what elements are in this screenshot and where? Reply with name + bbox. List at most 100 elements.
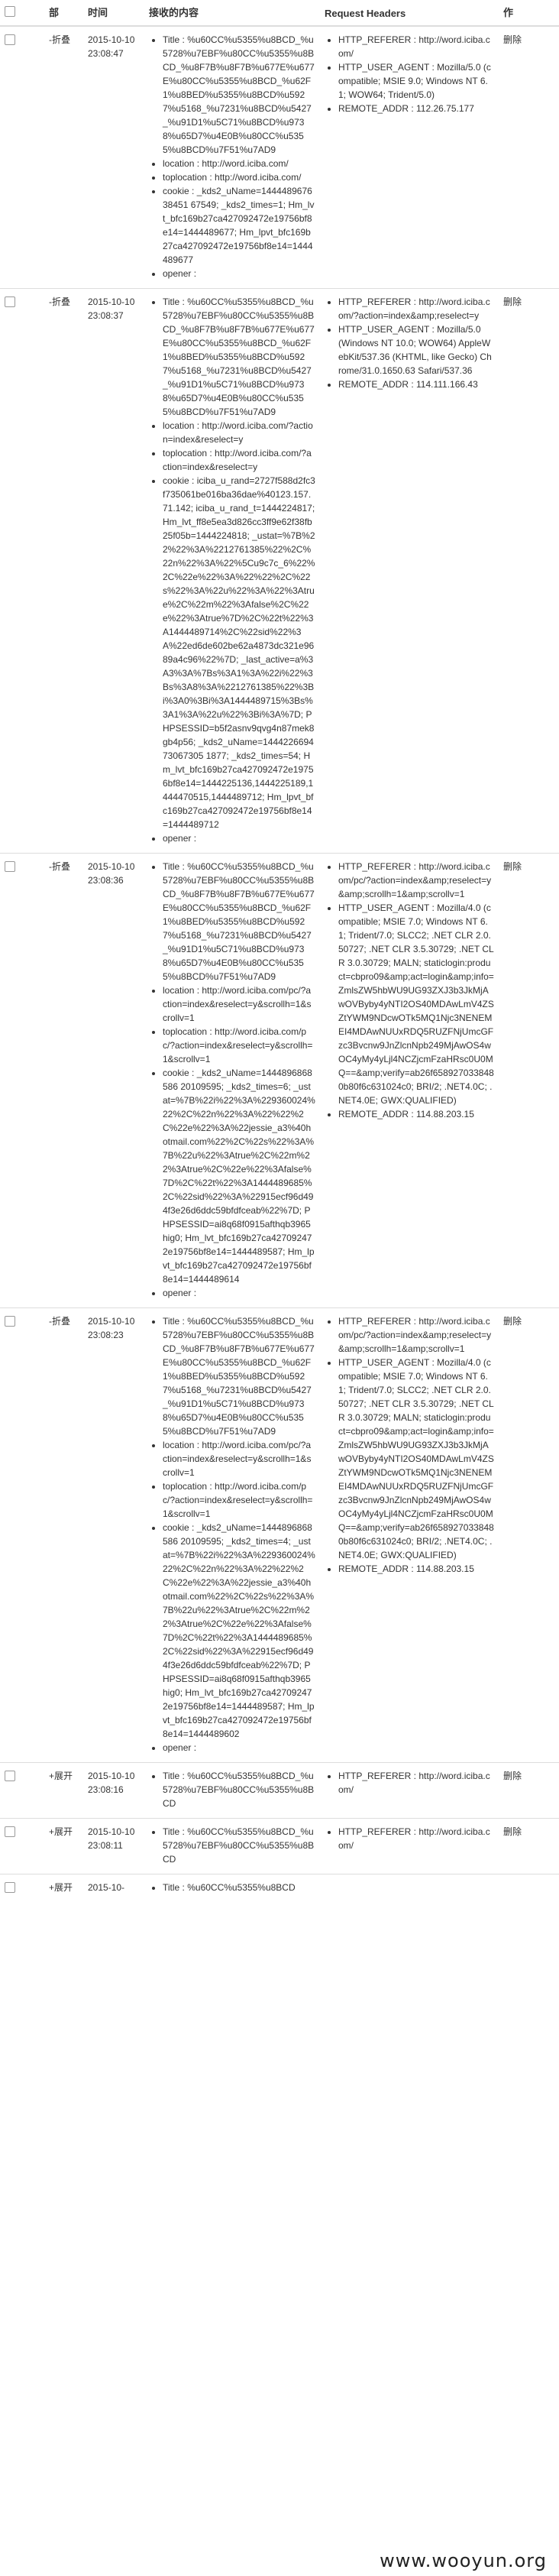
row-select-cell[interactable] [0, 1307, 44, 1763]
row-time: 2015-10-10 23:08:47 [83, 25, 144, 289]
row-headers-cell [320, 1874, 499, 1904]
content-item: cookie : _kds2_uName=1444896868586 20109… [163, 1066, 315, 1286]
row-time: 2015-10-10 23:08:37 [83, 288, 144, 854]
row-action-cell: 删除 [499, 25, 559, 289]
content-list: Title : %u60CC%u5355%u8BCD_%u5728%u7EBF%… [149, 1769, 315, 1810]
content-item: opener : [163, 1741, 315, 1755]
row-toggle-link[interactable]: -折叠 [49, 1316, 70, 1327]
row-action-cell: 删除 [499, 1307, 559, 1763]
select-all-checkbox[interactable] [5, 6, 15, 17]
content-item: location : http://word.iciba.com/?action… [163, 419, 315, 446]
watermark: www.wooyun.org [380, 2550, 547, 2571]
content-item: Title : %u60CC%u5355%u8BCD_%u5728%u7EBF%… [163, 1314, 315, 1438]
delete-link[interactable]: 删除 [503, 296, 522, 307]
header-item: HTTP_REFERER : http://word.iciba.com/pc/… [338, 1314, 494, 1356]
content-item: opener : [163, 831, 315, 845]
delete-link[interactable]: 删除 [503, 1316, 522, 1327]
header-item: HTTP_USER_AGENT : Mozilla/4.0 (compatibl… [338, 1356, 494, 1562]
page: 部 时间 接收的内容 Request Headers 作 -折叠 2015-10-… [0, 0, 559, 2576]
row-toggle-cell: -折叠 [44, 288, 83, 854]
table-row: -折叠 2015-10-10 23:08:47 Title : %u60CC%u53… [0, 25, 559, 289]
content-item: opener : [163, 1286, 315, 1300]
col-headers-header: Request Headers [320, 0, 499, 27]
row-action-cell: 删除 [499, 853, 559, 1308]
row-checkbox[interactable] [5, 296, 15, 307]
row-headers-cell: HTTP_REFERER : http://word.iciba.com/ [320, 1762, 499, 1819]
row-time: 2015-10-10 23:08:16 [83, 1762, 144, 1819]
content-item: Title : %u60CC%u5355%u8BCD_%u5728%u7EBF%… [163, 33, 315, 157]
row-headers-cell: HTTP_REFERER : http://word.iciba.com/pc/… [320, 1307, 499, 1763]
headers-list: HTTP_REFERER : http://word.iciba.com/HTT… [325, 33, 494, 115]
row-toggle-cell: +展开 [44, 1818, 83, 1874]
row-select-cell[interactable] [0, 1762, 44, 1819]
row-action-cell [499, 1874, 559, 1904]
row-action-cell: 删除 [499, 1818, 559, 1874]
col-toggle-header: 部 [44, 0, 83, 27]
row-content-cell: Title : %u60CC%u5355%u8BCD_%u5728%u7EBF%… [144, 288, 320, 854]
content-list: Title : %u60CC%u5355%u8BCD_%u5728%u7EBF%… [149, 860, 315, 1300]
row-select-cell[interactable] [0, 25, 44, 289]
table-row: +展开 2015-10- Title : %u60CC%u5355%u8BCD [0, 1874, 559, 1904]
row-content-cell: Title : %u60CC%u5355%u8BCD_%u5728%u7EBF%… [144, 1307, 320, 1763]
content-list: Title : %u60CC%u5355%u8BCD_%u5728%u7EBF%… [149, 33, 315, 280]
row-action-cell: 删除 [499, 288, 559, 854]
content-item: toplocation : http://word.iciba.com/ [163, 170, 315, 184]
table-header-row: 部 时间 接收的内容 Request Headers 作 [0, 0, 559, 27]
row-toggle-cell: +展开 [44, 1874, 83, 1904]
delete-link[interactable]: 删除 [503, 861, 522, 872]
header-item: HTTP_USER_AGENT : Mozilla/4.0 (compatibl… [338, 901, 494, 1107]
row-headers-cell: HTTP_REFERER : http://word.iciba.com/ [320, 1818, 499, 1874]
headers-list: HTTP_REFERER : http://word.iciba.com/?ac… [325, 295, 494, 391]
row-toggle-link[interactable]: +展开 [49, 1882, 73, 1893]
header-item: HTTP_REFERER : http://word.iciba.com/pc/… [338, 860, 494, 901]
content-item: cookie : _kds2_uName=1444489676 38451 67… [163, 184, 315, 267]
row-content-cell: Title : %u60CC%u5355%u8BCD_%u5728%u7EBF%… [144, 1762, 320, 1819]
row-checkbox[interactable] [5, 34, 15, 45]
content-item: cookie : _kds2_uName=1444896868586 20109… [163, 1521, 315, 1741]
row-checkbox[interactable] [5, 1882, 15, 1893]
delete-link[interactable]: 删除 [503, 1826, 522, 1837]
content-item: Title : %u60CC%u5355%u8BCD_%u5728%u7EBF%… [163, 860, 315, 983]
row-action-cell: 删除 [499, 1762, 559, 1819]
row-time: 2015-10-10 23:08:23 [83, 1307, 144, 1763]
table-row: -折叠 2015-10-10 23:08:36 Title : %u60CC%u53… [0, 853, 559, 1308]
row-select-cell[interactable] [0, 288, 44, 854]
row-checkbox[interactable] [5, 1771, 15, 1781]
content-item: cookie : iciba_u_rand=2727f588d2fc3f7350… [163, 474, 315, 831]
row-checkbox[interactable] [5, 1826, 15, 1837]
row-toggle-link[interactable]: +展开 [49, 1771, 73, 1781]
table-row: -折叠 2015-10-10 23:08:37 Title : %u60CC%u53… [0, 288, 559, 854]
col-action-header: 作 [499, 0, 559, 27]
table-row: +展开 2015-10-10 23:08:11 Title : %u60CC%u53… [0, 1818, 559, 1874]
content-list: Title : %u60CC%u5355%u8BCD_%u5728%u7EBF%… [149, 1314, 315, 1755]
content-item: toplocation : http://word.iciba.com/pc/?… [163, 1479, 315, 1521]
delete-link[interactable]: 删除 [503, 1771, 522, 1781]
row-checkbox[interactable] [5, 1316, 15, 1327]
row-toggle-link[interactable]: -折叠 [49, 861, 70, 872]
row-toggle-link[interactable]: +展开 [49, 1826, 73, 1837]
content-list: Title : %u60CC%u5355%u8BCD [149, 1881, 315, 1894]
table-row: +展开 2015-10-10 23:08:16 Title : %u60CC%u53… [0, 1762, 559, 1819]
headers-list: HTTP_REFERER : http://word.iciba.com/pc/… [325, 1314, 494, 1576]
row-select-cell[interactable] [0, 853, 44, 1308]
table-row: -折叠 2015-10-10 23:08:23 Title : %u60CC%u53… [0, 1307, 559, 1763]
row-time: 2015-10-10 23:08:36 [83, 853, 144, 1308]
row-toggle-cell: +展开 [44, 1762, 83, 1819]
row-time: 2015-10- [83, 1874, 144, 1904]
content-item: Title : %u60CC%u5355%u8BCD [163, 1881, 315, 1894]
row-select-cell[interactable] [0, 1874, 44, 1904]
header-item: REMOTE_ADDR : 114.88.203.15 [338, 1107, 494, 1121]
delete-link[interactable]: 删除 [503, 34, 522, 45]
select-all-cell[interactable] [0, 0, 44, 27]
row-content-cell: Title : %u60CC%u5355%u8BCD [144, 1874, 320, 1904]
row-headers-cell: HTTP_REFERER : http://word.iciba.com/HTT… [320, 25, 499, 289]
row-checkbox[interactable] [5, 861, 15, 872]
header-item: HTTP_USER_AGENT : Mozilla/5.0 (compatibl… [338, 60, 494, 102]
headers-list: HTTP_REFERER : http://word.iciba.com/ [325, 1769, 494, 1797]
row-toggle-link[interactable]: -折叠 [49, 34, 70, 45]
row-select-cell[interactable] [0, 1818, 44, 1874]
headers-list: HTTP_REFERER : http://word.iciba.com/pc/… [325, 860, 494, 1121]
row-toggle-link[interactable]: -折叠 [49, 296, 70, 307]
header-item: REMOTE_ADDR : 114.111.166.43 [338, 377, 494, 391]
header-item: HTTP_REFERER : http://word.iciba.com/?ac… [338, 295, 494, 322]
